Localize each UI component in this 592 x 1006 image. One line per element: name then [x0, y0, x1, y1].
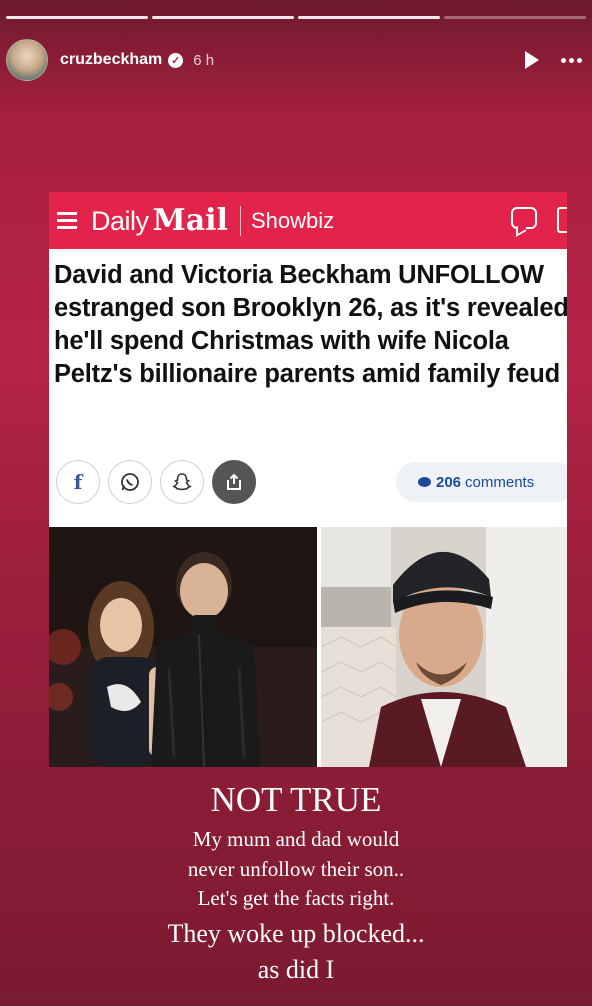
- snapchat-icon: [160, 460, 204, 504]
- daily-mail-header: Daily Mail Showbiz: [49, 192, 567, 249]
- photo-brooklyn: [321, 527, 567, 767]
- comment-bubble-icon: [418, 477, 431, 487]
- caption-line: They woke up blocked...: [167, 919, 425, 948]
- comments-pill: 206 comments: [396, 462, 567, 502]
- verified-badge-icon: ✓: [168, 52, 184, 68]
- caption-line: My mum and dad would: [192, 827, 400, 851]
- username[interactable]: cruzbeckham: [60, 51, 162, 69]
- comments-label: comments: [465, 473, 535, 491]
- share-icon: [212, 460, 256, 504]
- post-time: 6 h: [193, 51, 215, 69]
- article-screenshot: Daily Mail Showbiz David and Victoria Be…: [49, 192, 567, 767]
- progress-segment: [444, 16, 586, 19]
- caption-line: Let's get the facts right.: [197, 886, 395, 910]
- story-progress-bar: [6, 16, 586, 19]
- caption-line: as did I: [257, 955, 335, 984]
- caption-not-true: NOT TRUE: [210, 780, 382, 819]
- hamburger-menu-icon: [57, 212, 77, 229]
- play-icon[interactable]: [525, 51, 539, 69]
- comment-icon: [511, 207, 537, 229]
- logo-mail: Mail: [152, 203, 228, 238]
- avatar[interactable]: [6, 39, 48, 81]
- article-headline: David and Victoria Beckham UNFOLLOW estr…: [54, 261, 567, 388]
- section-label: Showbiz: [250, 207, 335, 233]
- photo-david-victoria: [49, 527, 317, 767]
- daily-mail-logo: Daily Mail: [91, 203, 228, 238]
- progress-segment: [298, 16, 440, 19]
- share-buttons: f: [56, 460, 256, 504]
- article-photos: [49, 527, 567, 767]
- whatsapp-icon: [108, 460, 152, 504]
- phone-icon: [557, 207, 567, 233]
- facebook-icon: f: [56, 460, 100, 504]
- caption-line: never unfollow their son..: [187, 857, 405, 881]
- progress-segment: [152, 16, 294, 19]
- divider: [239, 205, 241, 236]
- more-options-icon[interactable]: [561, 57, 582, 63]
- comments-count: 206: [436, 473, 462, 491]
- progress-segment: [6, 16, 148, 19]
- logo-daily: Daily: [91, 206, 149, 236]
- story-header: cruzbeckham ✓ 6 h: [6, 38, 582, 82]
